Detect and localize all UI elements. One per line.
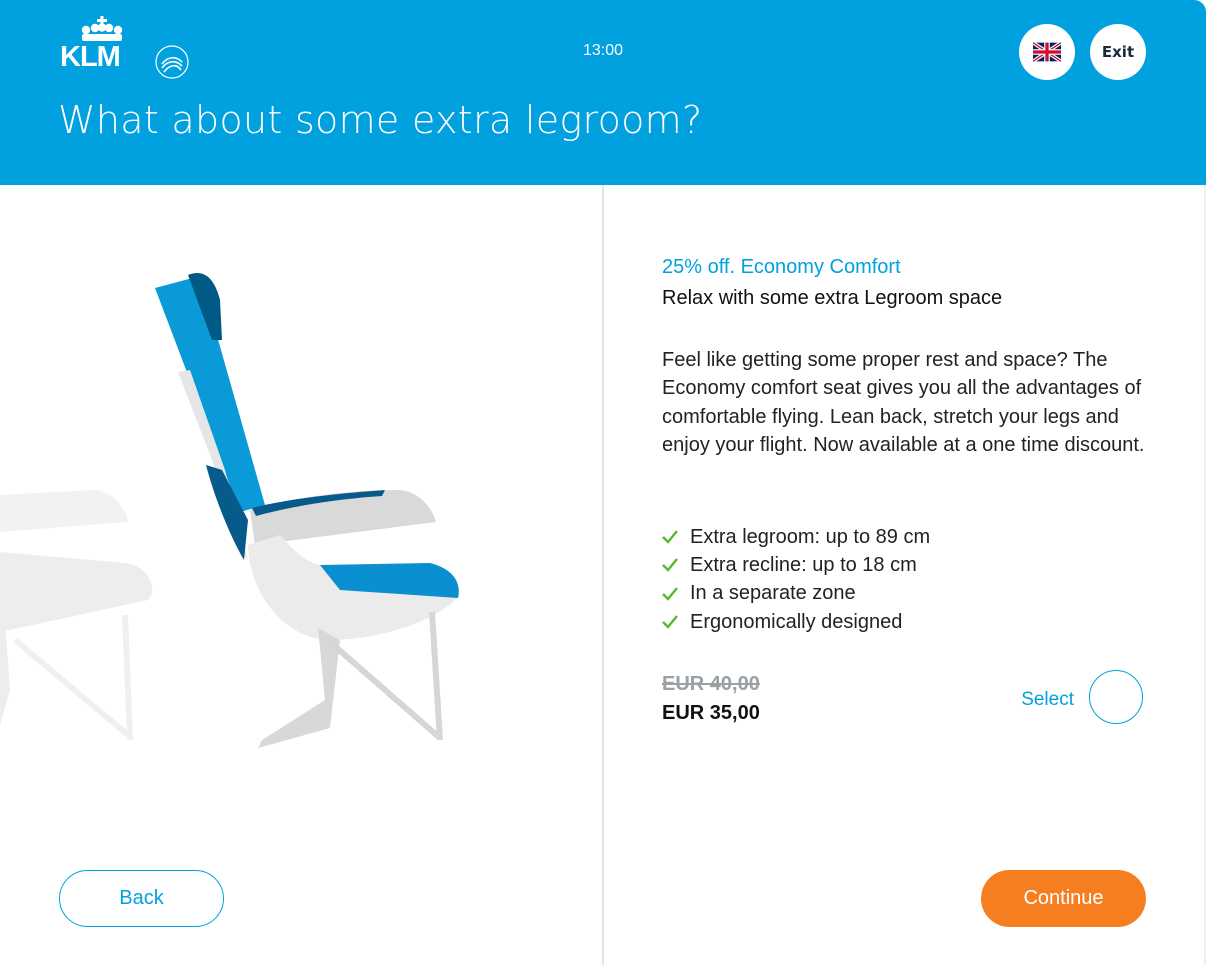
skyteam-logo-icon (155, 45, 189, 79)
feature-label: Extra legroom: up to 89 cm (690, 525, 931, 548)
offer-title: 25% off. Economy Comfort (662, 256, 901, 278)
clock-time: 13:00 (582, 42, 624, 59)
check-icon (662, 558, 682, 573)
exit-button[interactable]: Exit (1090, 24, 1146, 80)
feature-label: Ergonomically designed (690, 610, 903, 633)
check-icon (662, 530, 682, 544)
panel-divider (602, 185, 604, 965)
original-price: EUR 40,00 (662, 673, 760, 695)
airline-seat-illustration (0, 272, 459, 748)
crown-icon (81, 16, 123, 41)
header-bar: KLM 13:00 Exit What about some extra leg… (0, 0, 1206, 185)
klm-wordmark: KLM (60, 41, 121, 73)
feature-label: In a separate zone (690, 582, 856, 605)
select-label[interactable]: Select (1000, 689, 1074, 711)
offer-description: Feel like getting some proper rest and s… (662, 349, 1145, 456)
feature-item: Ergonomically designed (662, 608, 930, 636)
klm-logo: KLM (58, 16, 194, 82)
feature-item: Extra recline: up to 18 cm (662, 551, 930, 579)
page-title: What about some extra legroom? (58, 98, 703, 142)
feature-item: In a separate zone (662, 580, 930, 608)
feature-list: Extra legroom: up to 89 cm Extra recline… (662, 523, 930, 636)
uk-flag-icon (1033, 42, 1061, 62)
offer-subtitle: Relax with some extra Legroom space (662, 287, 1003, 309)
discounted-price: EUR 35,00 (662, 702, 760, 724)
back-button[interactable]: Back (59, 870, 224, 927)
feature-label: Extra recline: up to 18 cm (690, 553, 917, 576)
continue-button[interactable]: Continue (981, 870, 1146, 927)
language-button[interactable] (1019, 24, 1075, 80)
feature-item: Extra legroom: up to 89 cm (662, 523, 930, 551)
check-icon (662, 586, 682, 601)
check-icon (662, 615, 682, 629)
select-radio-button[interactable] (1089, 670, 1143, 724)
